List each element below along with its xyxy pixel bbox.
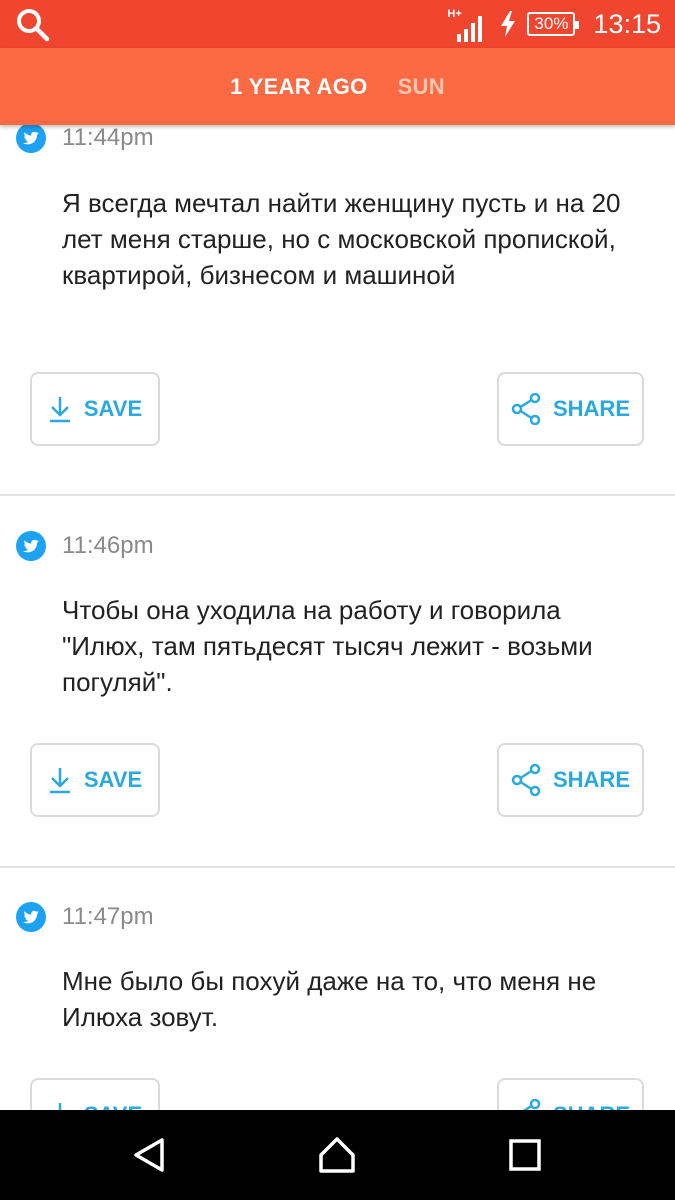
- feed[interactable]: 11:44pm Я всегда мечтал найти женщину пу…: [0, 125, 675, 1110]
- header-bar: 1 YEAR AGO SUN: [0, 48, 675, 125]
- post-card: 11:44pm Я всегда мечтал найти женщину пу…: [0, 125, 675, 497]
- navigation-bar: [0, 1110, 675, 1200]
- download-icon: [58, 1103, 62, 1110]
- recent-apps-icon[interactable]: [505, 1135, 545, 1175]
- share-label: SHARE: [552, 767, 630, 792]
- save-button[interactable]: SAVE: [30, 372, 160, 446]
- post-time: 11:47pm: [62, 903, 154, 930]
- save-label: SAVE: [83, 767, 143, 792]
- tab-sun[interactable]: SUN: [398, 74, 445, 100]
- charging-icon: [501, 11, 516, 37]
- post-text: Я всегда мечтал найти женщину пусть и на…: [62, 188, 621, 290]
- network-indicator: H+: [447, 4, 489, 44]
- post-divider: [0, 866, 675, 868]
- download-icon: [49, 768, 70, 794]
- save-label: SAVE: [83, 396, 143, 421]
- status-time: 13:15: [593, 8, 661, 39]
- post-time: 11:44pm: [62, 125, 154, 151]
- save-button[interactable]: SAVE: [30, 1078, 160, 1110]
- share-icon: [511, 764, 541, 796]
- twitter-icon: [16, 531, 46, 561]
- post-time: 11:46pm: [62, 532, 154, 559]
- post-card: 11:47pm Мне было бы похуй даже на то, чт…: [0, 869, 675, 1110]
- status-indicators: H+ 30% 13:15: [447, 0, 661, 48]
- back-icon[interactable]: [130, 1135, 170, 1175]
- post-header: 11:46pm: [16, 531, 154, 561]
- search-icon[interactable]: [16, 8, 50, 42]
- share-button[interactable]: SHARE: [497, 372, 644, 446]
- status-bar: H+ 30% 13:15: [0, 0, 675, 48]
- twitter-icon: [16, 902, 46, 932]
- post-text: Мне было бы похуй даже на то, что меня н…: [62, 966, 597, 1032]
- save-button[interactable]: SAVE: [30, 743, 160, 817]
- share-icon: [515, 1099, 541, 1110]
- battery-icon: 30%: [527, 12, 580, 36]
- post-header: 11:44pm: [16, 125, 154, 153]
- post-card: 11:46pm Чтобы она уходила на работу и го…: [0, 497, 675, 869]
- share-button[interactable]: SHARE: [497, 743, 644, 817]
- twitter-icon: [16, 125, 46, 153]
- share-icon: [511, 393, 541, 425]
- share-label: SHARE: [552, 396, 630, 421]
- post-header: 11:47pm: [16, 902, 154, 932]
- share-button[interactable]: SHARE: [497, 1078, 644, 1110]
- app-root: H+ 30% 13:15 1 YEAR AGO SUN 11:44pm Я вс…: [0, 0, 675, 1200]
- save-label: SAVE: [84, 1102, 142, 1110]
- share-label: SHARE: [553, 1102, 630, 1110]
- home-icon[interactable]: [317, 1135, 357, 1175]
- post-text: Чтобы она уходила на работу и говорила "…: [62, 595, 593, 697]
- post-divider: [0, 494, 675, 496]
- tab-1-year-ago[interactable]: 1 YEAR AGO: [230, 74, 367, 100]
- download-icon: [49, 397, 70, 423]
- signal-icon: [457, 16, 483, 42]
